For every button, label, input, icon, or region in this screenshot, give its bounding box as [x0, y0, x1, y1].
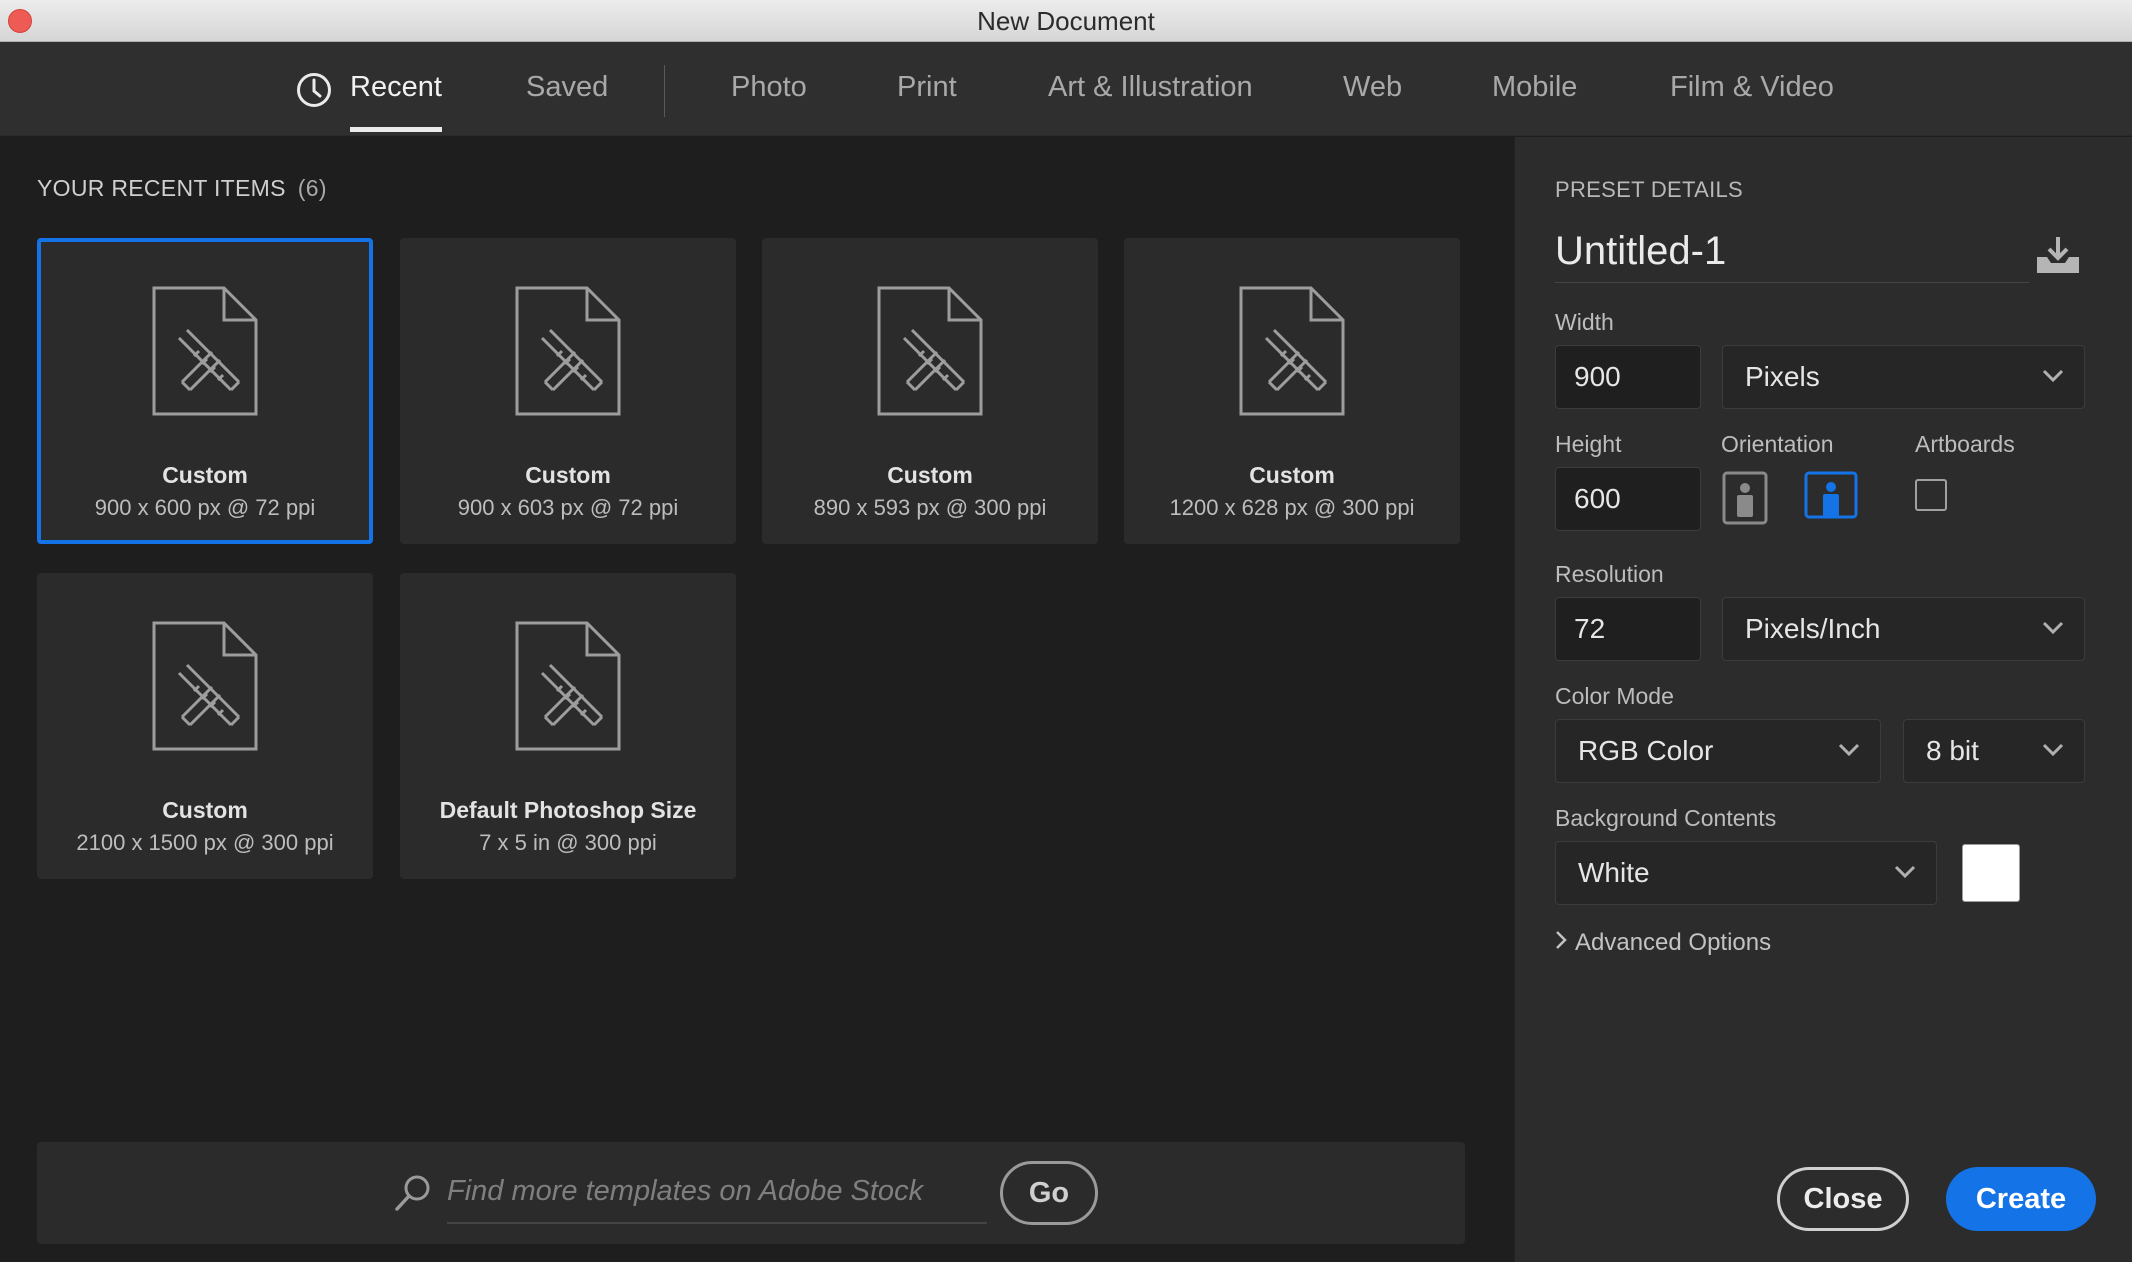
recent-item-card[interactable]: Custom 2100 x 1500 px @ 300 ppi	[37, 573, 373, 879]
background-contents-label: Background Contents	[1555, 805, 1777, 831]
width-label: Width	[1555, 309, 1614, 335]
resolution-unit-value: Pixels/Inch	[1745, 613, 1881, 644]
resolution-unit-dropdown[interactable]: Pixels/Inch	[1722, 597, 2085, 661]
color-mode-value: RGB Color	[1578, 735, 1714, 766]
chevron-down-icon	[2042, 369, 2064, 383]
background-contents-value: White	[1578, 857, 1650, 888]
active-tab-indicator	[350, 127, 442, 132]
width-input[interactable]: 900	[1555, 345, 1701, 409]
recent-item-card[interactable]: Custom 900 x 603 px @ 72 ppi	[400, 238, 736, 544]
document-icon	[1239, 286, 1345, 416]
chevron-right-icon	[1556, 931, 1567, 949]
recent-item-card[interactable]: Custom 890 x 593 px @ 300 ppi	[762, 238, 1098, 544]
card-dimensions: 1200 x 628 px @ 300 ppi	[1169, 495, 1415, 520]
stock-search-bar: Go	[37, 1142, 1465, 1244]
card-title: Custom	[162, 462, 248, 488]
search-icon	[395, 1175, 430, 1211]
tab-recent[interactable]: Recent	[350, 42, 442, 136]
card-dimensions: 900 x 600 px @ 72 ppi	[94, 495, 316, 520]
landscape-orientation-icon[interactable]	[1803, 470, 1859, 522]
card-title: Custom	[525, 462, 611, 488]
go-button[interactable]: Go	[1000, 1161, 1098, 1225]
artboards-checkbox[interactable]	[1915, 479, 1947, 511]
height-label: Height	[1555, 431, 1622, 457]
recent-item-card[interactable]: Custom 1200 x 628 px @ 300 ppi	[1124, 238, 1460, 544]
clock-icon	[297, 73, 331, 107]
resolution-label: Resolution	[1555, 561, 1664, 587]
advanced-options-toggle[interactable]: Advanced Options	[1555, 929, 1771, 957]
window-title: New Document	[977, 6, 1155, 36]
card-dimensions: 7 x 5 in @ 300 ppi	[479, 830, 657, 855]
document-icon	[152, 621, 258, 751]
color-mode-dropdown[interactable]: RGB Color	[1555, 719, 1881, 783]
tab-recent-label: Recent	[350, 71, 442, 103]
document-icon	[877, 286, 983, 416]
portrait-orientation-icon[interactable]	[1721, 470, 1769, 526]
tab-divider	[664, 65, 665, 117]
document-name-field[interactable]: Untitled-1	[1555, 229, 2029, 283]
bit-depth-dropdown[interactable]: 8 bit	[1903, 719, 2085, 783]
card-dimensions: 890 x 593 px @ 300 ppi	[813, 495, 1047, 520]
advanced-options-label: Advanced Options	[1575, 929, 1772, 956]
tab-web[interactable]: Web	[1343, 42, 1402, 136]
create-button[interactable]: Create	[1946, 1167, 2096, 1231]
recent-item-card[interactable]: Custom 900 x 600 px @ 72 ppi	[37, 238, 373, 544]
chevron-down-icon	[2042, 621, 2064, 635]
tab-art-illustration[interactable]: Art & Illustration	[1048, 42, 1253, 136]
preset-details-panel: PRESET DETAILS Untitled-1 Width 900 Pixe…	[1514, 137, 2132, 1262]
close-button[interactable]: Close	[1777, 1167, 1909, 1231]
category-tab-bar: Recent Saved Photo Print Art & Illustrat…	[0, 42, 2132, 136]
stock-search-input[interactable]	[447, 1160, 987, 1224]
background-contents-dropdown[interactable]: White	[1555, 841, 1937, 905]
artboards-label: Artboards	[1915, 431, 2015, 457]
resolution-input[interactable]: 72	[1555, 597, 1701, 661]
document-icon	[152, 286, 258, 416]
card-dimensions: 900 x 603 px @ 72 ppi	[457, 495, 679, 520]
recent-items-heading: YOUR RECENT ITEMS (6)	[37, 175, 327, 202]
tab-print[interactable]: Print	[897, 42, 957, 136]
card-dimensions: 2100 x 1500 px @ 300 ppi	[76, 830, 334, 855]
tab-mobile[interactable]: Mobile	[1492, 42, 1577, 136]
preset-details-heading: PRESET DETAILS	[1555, 177, 1743, 202]
recent-items-count: (6)	[297, 175, 327, 201]
chevron-down-icon	[2042, 743, 2064, 757]
bit-depth-value: 8 bit	[1926, 735, 1979, 766]
chevron-down-icon	[1894, 865, 1916, 879]
document-icon	[515, 621, 621, 751]
recent-heading-text: YOUR RECENT ITEMS	[37, 175, 286, 201]
chevron-down-icon	[1838, 743, 1860, 757]
color-mode-label: Color Mode	[1555, 683, 1674, 709]
save-preset-icon[interactable]	[2035, 235, 2081, 275]
width-unit-value: Pixels	[1745, 361, 1820, 392]
card-title: Custom	[887, 462, 973, 488]
recent-item-card[interactable]: Default Photoshop Size 7 x 5 in @ 300 pp…	[400, 573, 736, 879]
recent-items-area: YOUR RECENT ITEMS (6) Custom 900 x 600 px…	[0, 137, 1514, 1262]
tab-saved[interactable]: Saved	[526, 42, 608, 136]
tab-photo[interactable]: Photo	[731, 42, 807, 136]
card-title: Custom	[1249, 462, 1335, 488]
document-icon	[515, 286, 621, 416]
card-title: Default Photoshop Size	[439, 797, 697, 823]
background-color-swatch[interactable]	[1962, 844, 2020, 902]
width-unit-dropdown[interactable]: Pixels	[1722, 345, 2085, 409]
orientation-label: Orientation	[1721, 431, 1834, 457]
height-input[interactable]: 600	[1555, 467, 1701, 531]
title-bar: New Document	[0, 0, 2132, 42]
tab-film-video[interactable]: Film & Video	[1670, 42, 1834, 136]
card-title: Custom	[162, 797, 248, 823]
